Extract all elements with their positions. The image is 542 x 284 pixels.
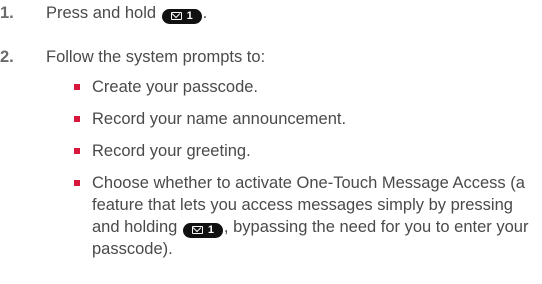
voicemail-envelope-icon bbox=[170, 12, 182, 20]
list-item: Record your greeting. bbox=[74, 140, 542, 162]
step-2: 2. Follow the system prompts to: Create … bbox=[0, 46, 542, 260]
voicemail-envelope-icon bbox=[191, 226, 203, 234]
prompt-list: Create your passcode. Record your name a… bbox=[74, 76, 542, 260]
list-item: Choose whether to activate One-Touch Mes… bbox=[74, 172, 542, 260]
step-text: Press and hold bbox=[46, 4, 157, 22]
bullet-square-icon bbox=[74, 180, 80, 186]
key-number: 1 bbox=[186, 9, 193, 22]
key-number: 1 bbox=[207, 223, 214, 236]
bullet-square-icon bbox=[74, 148, 80, 154]
step-text: Follow the system prompts to: bbox=[46, 48, 266, 66]
step-number: 2. bbox=[0, 48, 14, 66]
step-text-end: . bbox=[202, 4, 208, 22]
list-item: Record your name announcement. bbox=[74, 108, 542, 130]
list-item: Create your passcode. bbox=[74, 76, 542, 98]
voicemail-key-badge: 1 bbox=[182, 222, 223, 238]
step-number: 1. bbox=[0, 4, 14, 22]
list-item-text: Create your passcode. bbox=[92, 78, 259, 96]
bullet-square-icon bbox=[74, 116, 80, 122]
list-item-text: Record your greeting. bbox=[92, 142, 251, 160]
instruction-steps: 1. Press and hold 1 . 2. Follow the syst… bbox=[0, 0, 542, 260]
voicemail-key-badge: 1 bbox=[161, 8, 202, 24]
step-1: 1. Press and hold 1 . bbox=[0, 2, 542, 24]
bullet-square-icon bbox=[74, 84, 80, 90]
list-item-text: Record your name announcement. bbox=[92, 110, 347, 128]
